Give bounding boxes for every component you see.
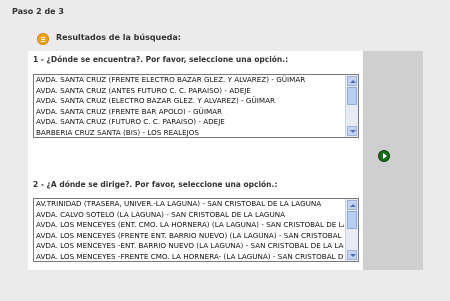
origin-option[interactable]: AVDA. SANTA CRUZ (ANTES FUTURO C. C. PAR… (36, 86, 344, 97)
destination-option[interactable]: AVDA. CALVO SOTELO (LA LAGUNA) - SAN CRI… (36, 210, 344, 221)
destination-question-label: 2 - ¿A dónde se dirige?. Por favor, sele… (33, 180, 278, 189)
step-indicator: Paso 2 de 3 (12, 7, 64, 16)
scroll-up-arrow-icon[interactable] (347, 200, 357, 210)
origin-question-label: 1 - ¿Dónde se encuentra?. Por favor, sel… (33, 55, 289, 64)
destination-option[interactable]: AVDA. LOS MENCEYES -FRENTE CMO. LA HORNE… (36, 252, 344, 262)
origin-listbox[interactable]: AVDA. SANTA CRUZ (FRENTE ELECTRO BAZAR G… (33, 74, 359, 138)
origin-option[interactable]: BARBERIA CRUZ SANTA (BIS) - LOS REALEJOS (36, 128, 344, 138)
destination-option[interactable]: AVDA. LOS MENCEYES (FRENTE ENT. BARRIO N… (36, 231, 344, 242)
action-column (363, 51, 423, 270)
origin-option[interactable]: AVDA. SANTA CRUZ (FRENTE BAR APOLO) - GÜ… (36, 107, 344, 118)
destination-scrollbar[interactable] (345, 199, 358, 261)
list-icon (37, 33, 49, 45)
origin-scrollbar[interactable] (345, 75, 358, 137)
destination-option[interactable]: AVDA. LOS MENCEYES -ENT. BARRIO NUEVO (L… (36, 241, 344, 252)
scroll-thumb[interactable] (347, 87, 357, 105)
origin-option[interactable]: AVDA. SANTA CRUZ (FUTURO C. C. PARAISO) … (36, 117, 344, 128)
scroll-down-arrow-icon[interactable] (347, 250, 357, 260)
scroll-thumb[interactable] (347, 211, 357, 229)
destination-listbox[interactable]: AV.TRINIDAD (TRASERA, UNIVER.-LA LAGUNA)… (33, 198, 359, 262)
origin-option[interactable]: AVDA. SANTA CRUZ (FRENTE ELECTRO BAZAR G… (36, 75, 344, 86)
destination-option[interactable]: AVDA. LOS MENCEYES (ENT. CMO. LA HORNERA… (36, 220, 344, 231)
destination-option[interactable]: AV.TRINIDAD (TRASERA, UNIVER.-LA LAGUNA)… (36, 199, 344, 210)
next-arrow-icon[interactable] (378, 150, 390, 162)
scroll-up-arrow-icon[interactable] (347, 76, 357, 86)
search-results-panel: 1 - ¿Dónde se encuentra?. Por favor, sel… (28, 51, 363, 270)
results-title: Resultados de la búsqueda: (56, 33, 181, 42)
origin-option[interactable]: AVDA. SANTA CRUZ (ELECTRO BAZAR GLEZ. Y … (36, 96, 344, 107)
scroll-down-arrow-icon[interactable] (347, 126, 357, 136)
